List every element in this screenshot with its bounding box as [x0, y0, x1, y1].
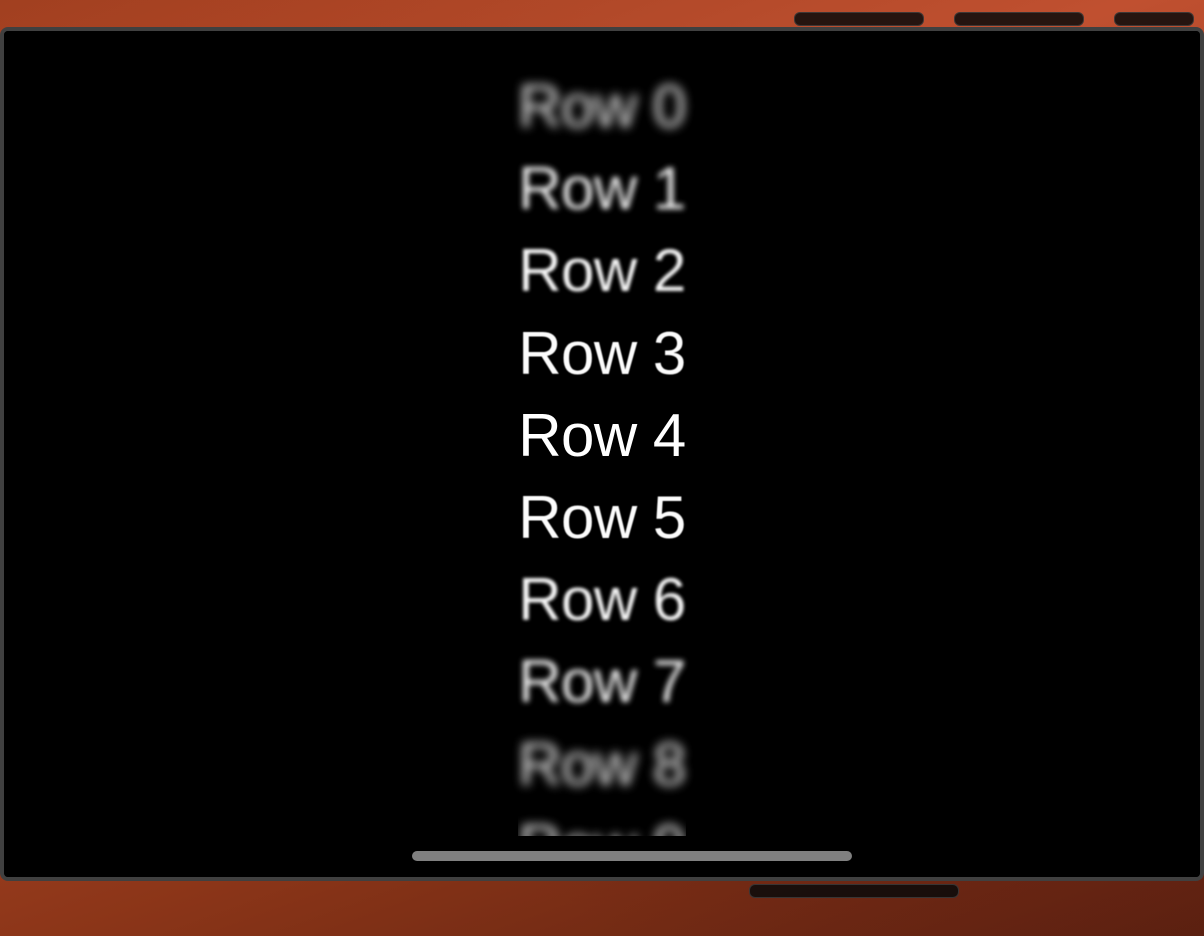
- simulator-window: Row 0 Row 1 Row 2 Row 3 Row 4 Row 5 Row …: [0, 27, 1204, 881]
- scroll-list[interactable]: Row 0 Row 1 Row 2 Row 3 Row 4 Row 5 Row …: [4, 31, 1200, 877]
- bg-panel: [1114, 12, 1194, 26]
- bottom-bg-panel: [749, 884, 959, 898]
- bg-panel: [794, 12, 924, 26]
- list-row[interactable]: Row 6: [518, 559, 686, 641]
- bg-panel: [954, 12, 1084, 26]
- list-row[interactable]: Row 5: [518, 477, 686, 559]
- home-indicator[interactable]: [412, 851, 852, 861]
- list-row[interactable]: Row 9: [518, 806, 686, 836]
- list-row[interactable]: Row 1: [518, 148, 686, 230]
- list-row-focused[interactable]: Row 4: [518, 395, 686, 477]
- list-row[interactable]: Row 2: [518, 230, 686, 312]
- list-row[interactable]: Row 7: [518, 641, 686, 723]
- list-row[interactable]: Row 3: [518, 313, 686, 395]
- list-row[interactable]: Row 8: [518, 724, 686, 806]
- list-row[interactable]: Row 0: [518, 66, 686, 148]
- background-panels: [794, 12, 1194, 26]
- list-row-clipped[interactable]: Row 9: [518, 806, 686, 836]
